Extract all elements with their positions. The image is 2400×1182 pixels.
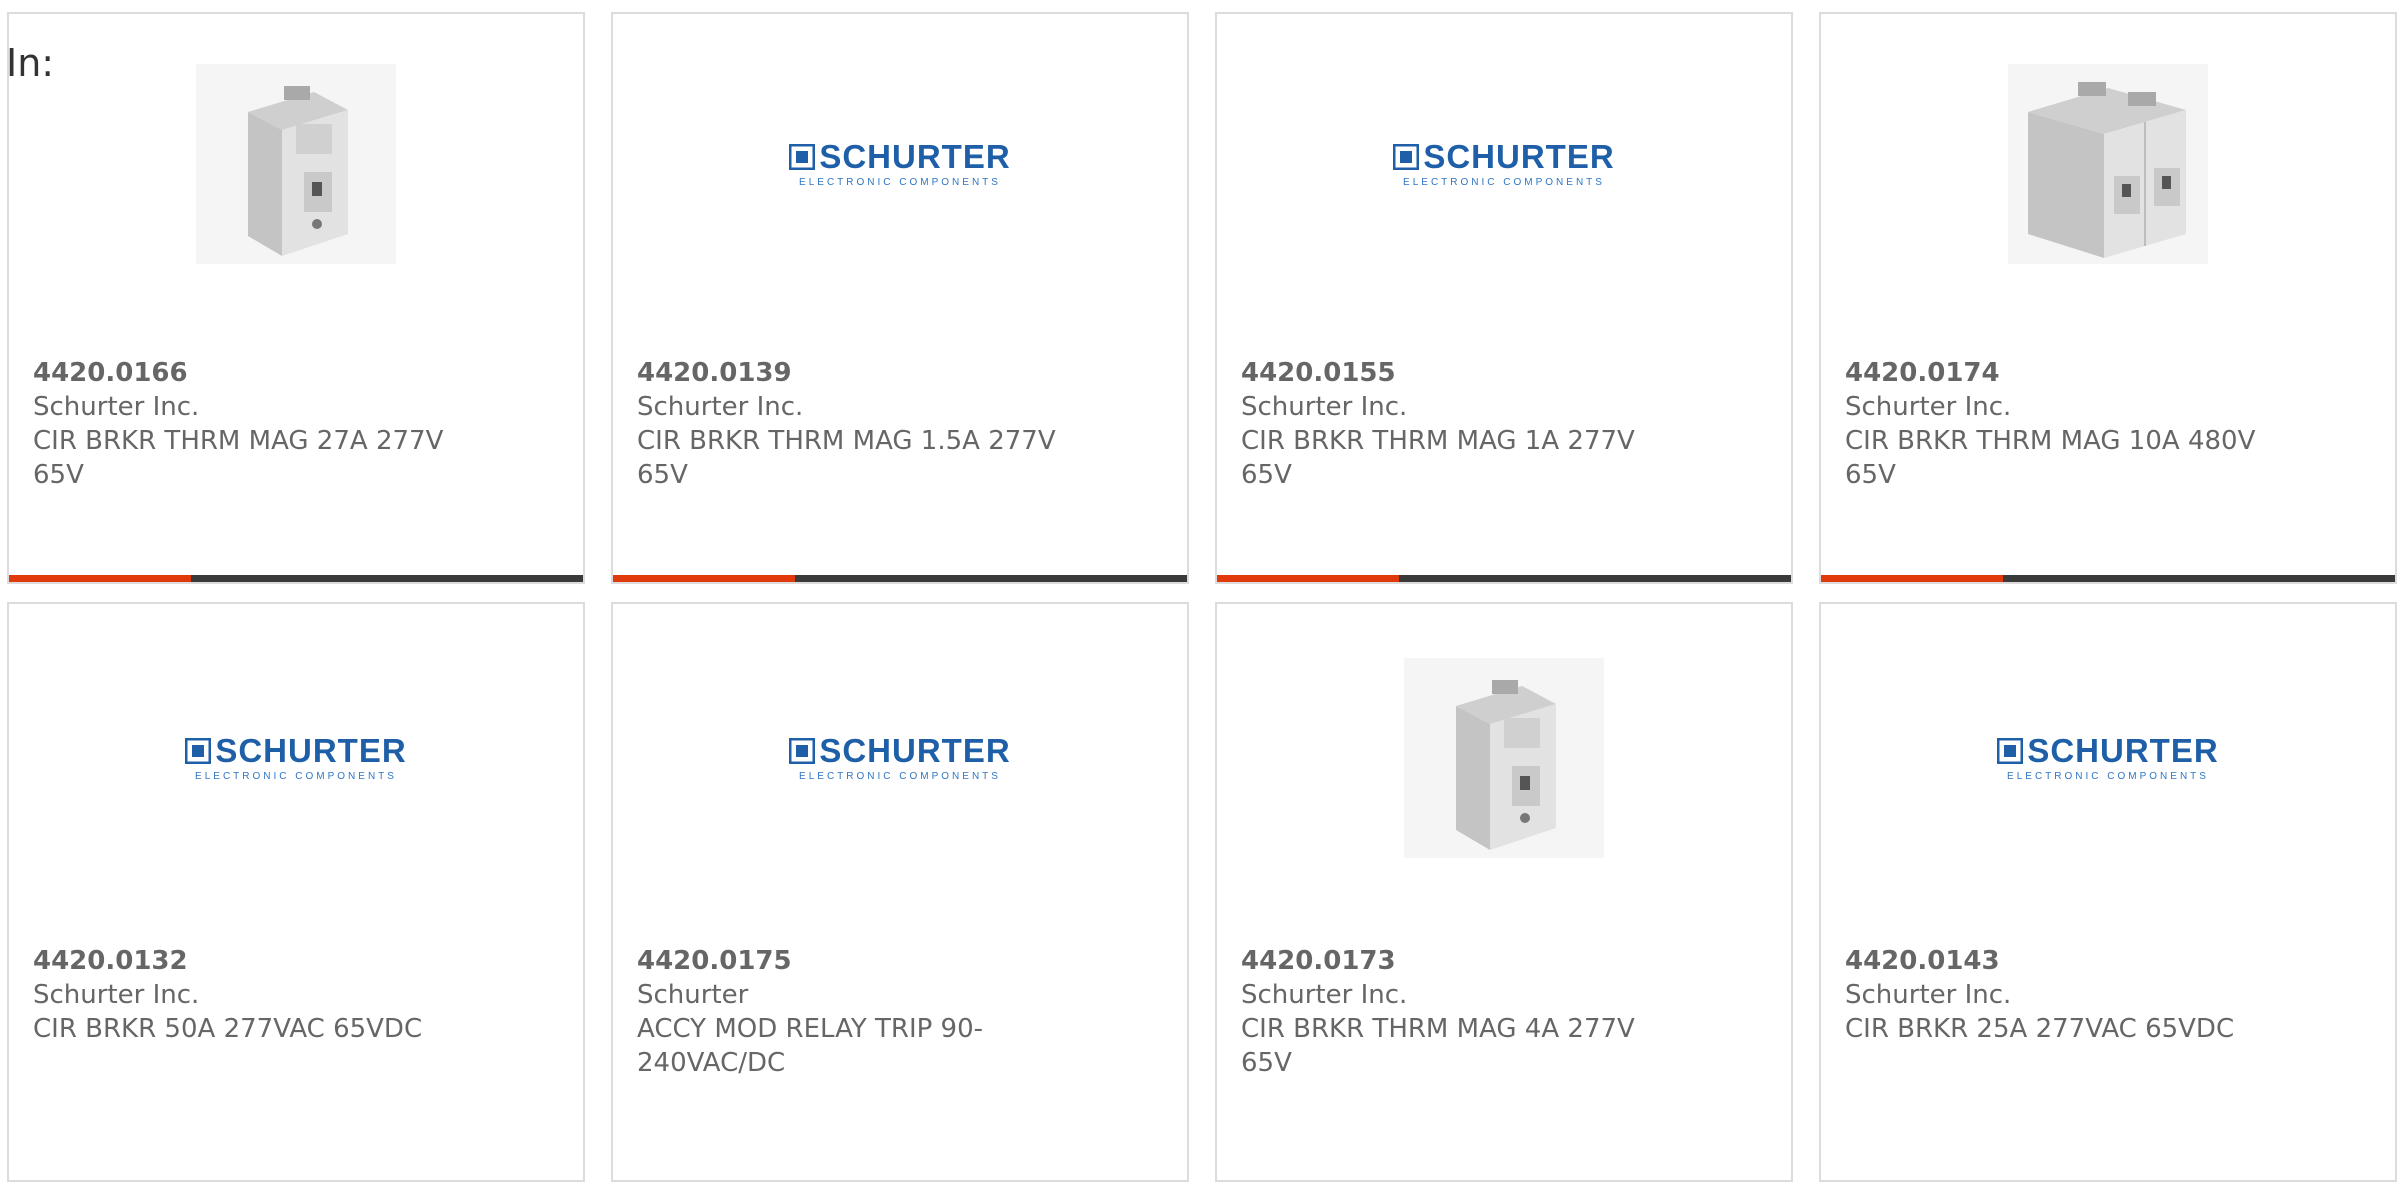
manufacturer: Schurter [637, 980, 749, 1010]
product-card[interactable]: SCHURTER ELECTRONIC COMPONENTS 4420.0132… [7, 602, 585, 1182]
product-card[interactable]: SCHURTER ELECTRONIC COMPONENTS 4420.0139… [611, 12, 1189, 584]
schurter-logo-icon: SCHURTER ELECTRONIC COMPONENTS [185, 734, 406, 782]
schurter-logo-icon: SCHURTER ELECTRONIC COMPONENTS [789, 140, 1010, 188]
part-number-link[interactable]: 4420.0132 [33, 944, 563, 978]
schurter-logo-icon: SCHURTER ELECTRONIC COMPONENTS [1393, 140, 1614, 188]
product-card[interactable]: SCHURTER ELECTRONIC COMPONENTS 4420.0175… [611, 602, 1189, 1182]
manufacturer: Schurter Inc. [1845, 980, 2012, 1010]
description: CIR BRKR THRM MAG 1A 277V 65V [1241, 426, 1635, 490]
card-accent-bar [1217, 575, 1791, 582]
schurter-logo-icon: SCHURTER ELECTRONIC COMPONENTS [789, 734, 1010, 782]
description: ACCY MOD RELAY TRIP 90-240VAC/DC [637, 1014, 984, 1078]
part-number-link[interactable]: 4420.0155 [1241, 356, 1771, 390]
part-number-link[interactable]: 4420.0139 [637, 356, 1167, 390]
description: CIR BRKR 50A 277VAC 65VDC [33, 1014, 423, 1044]
product-card[interactable]: SCHURTER ELECTRONIC COMPONENTS 4420.0143… [1819, 602, 2397, 1182]
part-number-link[interactable]: 4420.0143 [1845, 944, 2375, 978]
product-card[interactable]: 4420.0166 Schurter Inc. CIR BRKR THRM MA… [7, 12, 585, 584]
manufacturer: Schurter Inc. [1241, 392, 1408, 422]
description: CIR BRKR 25A 277VAC 65VDC [1845, 1014, 2235, 1044]
product-image[interactable]: SCHURTER ELECTRONIC COMPONENTS [9, 658, 583, 858]
product-image[interactable] [1217, 658, 1791, 858]
description: CIR BRKR THRM MAG 10A 480V 65V [1845, 426, 2256, 490]
schurter-logo-icon: SCHURTER ELECTRONIC COMPONENTS [1997, 734, 2218, 782]
product-image[interactable] [1821, 64, 2395, 264]
breaker-photo-icon [1404, 658, 1604, 858]
breaker-photo-icon [196, 64, 396, 264]
card-accent-bar [613, 575, 1187, 582]
part-number-link[interactable]: 4420.0174 [1845, 356, 2375, 390]
manufacturer: Schurter Inc. [637, 392, 804, 422]
part-number-link[interactable]: 4420.0173 [1241, 944, 1771, 978]
product-card[interactable]: 4420.0174 Schurter Inc. CIR BRKR THRM MA… [1819, 12, 2397, 584]
card-accent-bar [9, 575, 583, 582]
product-image[interactable]: SCHURTER ELECTRONIC COMPONENTS [613, 64, 1187, 264]
product-image[interactable]: SCHURTER ELECTRONIC COMPONENTS [1217, 64, 1791, 264]
description: CIR BRKR THRM MAG 1.5A 277V 65V [637, 426, 1056, 490]
manufacturer: Schurter Inc. [1241, 980, 1408, 1010]
description: CIR BRKR THRM MAG 4A 277V 65V [1241, 1014, 1635, 1078]
breaker-photo-icon [2008, 64, 2208, 264]
manufacturer: Schurter Inc. [33, 392, 200, 422]
part-number-link[interactable]: 4420.0166 [33, 356, 563, 390]
product-card[interactable]: SCHURTER ELECTRONIC COMPONENTS 4420.0155… [1215, 12, 1793, 584]
description: CIR BRKR THRM MAG 27A 277V 65V [33, 426, 444, 490]
product-card[interactable]: 4420.0173 Schurter Inc. CIR BRKR THRM MA… [1215, 602, 1793, 1182]
product-image[interactable] [9, 64, 583, 264]
card-accent-bar [1821, 575, 2395, 582]
part-number-link[interactable]: 4420.0175 [637, 944, 1167, 978]
in-label: In: [6, 41, 55, 85]
manufacturer: Schurter Inc. [33, 980, 200, 1010]
product-image[interactable]: SCHURTER ELECTRONIC COMPONENTS [1821, 658, 2395, 858]
product-image[interactable]: SCHURTER ELECTRONIC COMPONENTS [613, 658, 1187, 858]
manufacturer: Schurter Inc. [1845, 392, 2012, 422]
